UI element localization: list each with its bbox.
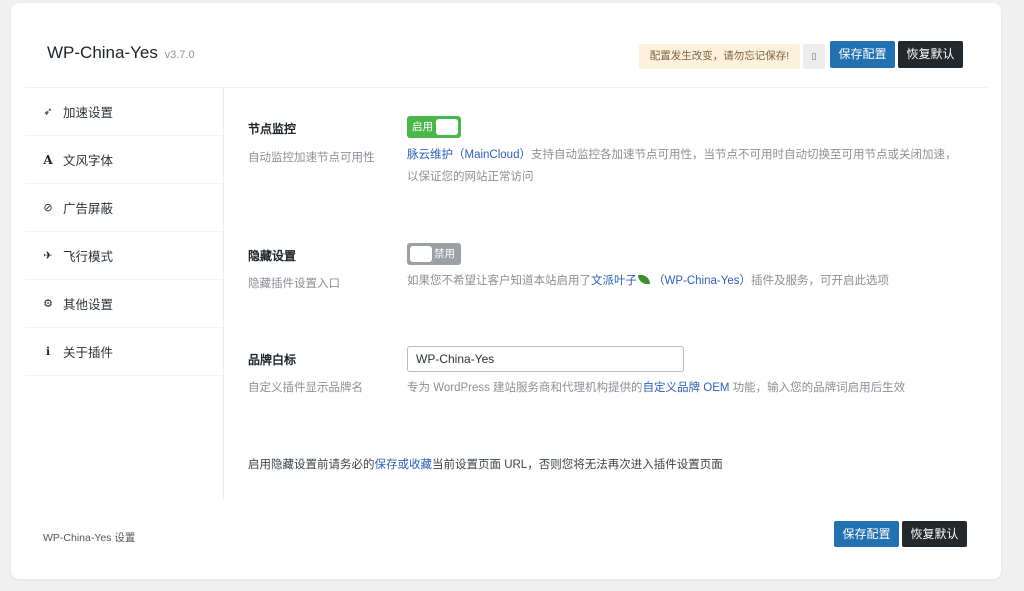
monitor-title: 节点监控 (248, 122, 297, 136)
hide-toggle[interactable]: 禁用 (407, 243, 461, 265)
sidebar: ➶ 加速设置 A 文风字体 ⊘ 广告屏蔽 ✈ 飞行模式 ⚙ 其他设置 ℹ 关于插… (25, 88, 224, 500)
wp-china-yes-link[interactable]: （WP-China-Yes） (653, 275, 751, 287)
sidebar-item-label: 关于插件 (63, 346, 114, 360)
brand-title: 品牌白标 (248, 353, 297, 367)
sidebar-item-fonts[interactable]: A 文风字体 (25, 136, 223, 184)
toggle-label: 禁用 (434, 248, 455, 260)
rocket-icon: ➶ (43, 106, 53, 118)
sidebar-item-adblock[interactable]: ⊘ 广告屏蔽 (25, 184, 223, 232)
hide-title: 隐藏设置 (248, 249, 297, 263)
unsaved-notice: 配置发生改变，请勿忘记保存! (639, 44, 800, 69)
plane-icon: ✈ (43, 250, 53, 262)
brand-description: 专为 WordPress 建站服务商和代理机构提供的自定义品牌 OEM 功能，输… (407, 377, 905, 399)
custom-brand-link[interactable]: 自定义品牌 OEM (643, 382, 730, 394)
monitor-toggle[interactable]: 启用 (407, 116, 461, 138)
brand-desc-post: 功能，输入您的品牌词启用后生效 (732, 382, 906, 394)
monitor-desc-text: 支持自动监控各加速节点可用性，当节点不可用时自动切换至可用节点或关闭加速， (530, 149, 957, 161)
sidebar-item-acceleration[interactable]: ➶ 加速设置 (25, 88, 223, 136)
leaf-icon (638, 275, 650, 285)
brand-subtitle: 自定义插件显示品牌名 (248, 382, 363, 394)
brand-desc-pre: 专为 WordPress 建站服务商和代理机构提供的 (407, 382, 643, 394)
sidebar-item-label: 文风字体 (63, 154, 114, 168)
footer-label: WP-China-Yes 设置 (43, 532, 136, 544)
wenpai-link[interactable]: 文派叶子 (591, 275, 637, 287)
font-icon: A (43, 152, 53, 167)
sidebar-item-other[interactable]: ⚙ 其他设置 (25, 280, 223, 328)
sidebar-item-label: 其他设置 (63, 298, 114, 312)
page-title: WP-China-Yes v3.7.0 (47, 43, 195, 63)
reset-button[interactable]: 恢复默认 (898, 41, 963, 68)
note-post: 当前设置页面 URL，否则您将无法再次进入插件设置页面 (432, 459, 723, 471)
maincloud-link[interactable]: 脉云维护（MainCloud） (407, 149, 531, 161)
sidebar-item-label: 广告屏蔽 (63, 202, 114, 216)
footer-save-button[interactable]: 保存配置 (834, 521, 899, 547)
app-title: WP-China-Yes (47, 43, 158, 62)
note-pre: 启用隐藏设置前请务必的 (248, 459, 375, 471)
toggle-label: 启用 (412, 121, 433, 133)
save-bookmark-link[interactable]: 保存或收藏 (375, 459, 433, 471)
hide-description: 如果您不希望让客户知道本站启用了文派叶子 （WP-China-Yes）插件及服务，… (407, 270, 889, 292)
monitor-subtitle: 自动监控加速节点可用性 (248, 152, 375, 164)
expand-button[interactable]: ▯ (803, 44, 825, 69)
settings-panel: WP-China-Yes v3.7.0 配置发生改变，请勿忘记保存! ▯ 保存配… (11, 3, 1001, 579)
toggle-knob (410, 246, 432, 262)
hide-subtitle: 隐藏插件设置入口 (248, 278, 340, 290)
info-icon: ℹ (45, 346, 51, 358)
ban-icon: ⊘ (43, 202, 53, 214)
brand-name-input[interactable] (407, 346, 684, 372)
save-url-note: 启用隐藏设置前请务必的保存或收藏当前设置页面 URL，否则您将无法再次进入插件设… (248, 454, 723, 476)
monitor-desc-text-2: 以保证您的网站正常访问 (407, 171, 534, 183)
sidebar-item-flight-mode[interactable]: ✈ 飞行模式 (25, 232, 223, 280)
gears-icon: ⚙ (43, 298, 53, 310)
sidebar-item-about[interactable]: ℹ 关于插件 (25, 328, 223, 376)
hide-desc-post: 插件及服务，可开启此选项 (751, 275, 889, 287)
sidebar-item-label: 加速设置 (63, 106, 114, 120)
sidebar-item-label: 飞行模式 (63, 250, 114, 264)
version-label: v3.7.0 (164, 49, 195, 61)
toggle-knob (436, 119, 458, 135)
save-button[interactable]: 保存配置 (830, 41, 895, 68)
footer-reset-button[interactable]: 恢复默认 (902, 521, 967, 547)
monitor-description: 脉云维护（MainCloud）支持自动监控各加速节点可用性，当节点不可用时自动切… (407, 144, 956, 188)
hide-desc-pre: 如果您不希望让客户知道本站启用了 (407, 275, 591, 287)
